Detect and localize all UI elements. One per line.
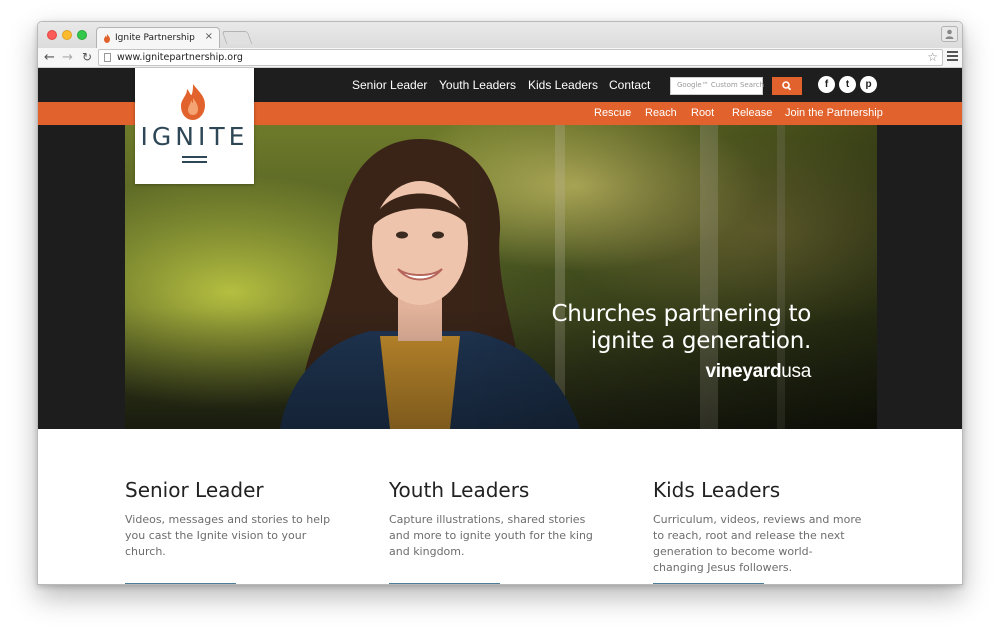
nav-contact[interactable]: Contact	[609, 78, 650, 92]
column-text: Capture illustrations, shared stories an…	[389, 513, 593, 558]
subnav-rescue[interactable]: Rescue	[594, 107, 631, 119]
senior-leader-button[interactable]	[125, 583, 236, 584]
vineyard-usa-logo: vineyardusa	[706, 361, 812, 383]
reload-icon[interactable]: ↻	[82, 49, 92, 66]
ignite-logo[interactable]: IGNITE	[135, 68, 254, 184]
browser-tab[interactable]: Ignite Partnership ×	[96, 27, 220, 49]
logo-bar	[182, 161, 207, 163]
subnav-release[interactable]: Release	[732, 107, 772, 119]
nav-youth-leaders[interactable]: Youth Leaders	[439, 78, 516, 92]
column-title[interactable]: Senior Leader	[125, 478, 335, 502]
hero-headline-line2: ignite a generation.	[590, 328, 812, 354]
back-icon[interactable]: ←	[44, 49, 55, 66]
flame-icon	[181, 84, 205, 120]
twitter-icon[interactable]: t	[839, 76, 856, 93]
brand-bold: vineyard	[705, 361, 782, 382]
web-page: Senior Leader Youth Leaders Kids Leaders…	[38, 68, 962, 584]
menu-icon[interactable]	[947, 51, 958, 61]
kids-leaders-column: Kids Leaders Curriculum, videos, reviews…	[653, 478, 863, 576]
url-text[interactable]: www.ignitepartnership.org	[117, 52, 243, 63]
flame-icon	[104, 34, 110, 43]
youth-leaders-button[interactable]	[389, 583, 500, 584]
close-window-button[interactable]	[47, 30, 57, 40]
senior-leader-column: Senior Leader Videos, messages and stori…	[125, 478, 335, 560]
forward-icon[interactable]: →	[62, 49, 73, 66]
address-bar[interactable]: www.ignitepartnership.org ☆	[98, 49, 943, 66]
page-icon	[104, 53, 111, 62]
new-tab-button[interactable]	[221, 31, 253, 44]
browser-toolbar: ← → ↻ www.ignitepartnership.org ☆	[38, 48, 962, 68]
search-icon	[782, 81, 792, 91]
browser-window: Ignite Partnership × ← → ↻ www.ignitepar…	[37, 21, 963, 585]
nav-senior-leader[interactable]: Senior Leader	[352, 78, 427, 92]
profile-icon[interactable]	[941, 26, 958, 42]
column-text: Curriculum, videos, reviews and more to …	[653, 513, 862, 574]
zoom-window-button[interactable]	[77, 30, 87, 40]
subnav-reach[interactable]: Reach	[645, 107, 677, 119]
hero-headline-line1: Churches partnering to	[551, 301, 811, 327]
brand-light: usa	[781, 361, 811, 382]
subnav-root[interactable]: Root	[691, 107, 714, 119]
pinterest-icon[interactable]: p	[860, 76, 877, 93]
kids-leaders-button[interactable]	[653, 583, 764, 584]
logo-bar	[182, 156, 207, 158]
hero-headline: Churches partnering to ignite a generati…	[551, 301, 811, 355]
subnav-join-partnership[interactable]: Join the Partnership	[785, 107, 883, 119]
minimize-window-button[interactable]	[62, 30, 72, 40]
nav-kids-leaders[interactable]: Kids Leaders	[528, 78, 598, 92]
facebook-icon[interactable]: f	[818, 76, 835, 93]
tab-close-icon[interactable]: ×	[205, 31, 213, 42]
tab-bar: Ignite Partnership ×	[38, 22, 962, 49]
column-title[interactable]: Youth Leaders	[389, 478, 599, 502]
column-title[interactable]: Kids Leaders	[653, 478, 863, 502]
search-placeholder: Google™ Custom Search	[677, 81, 765, 89]
star-icon[interactable]: ☆	[927, 50, 938, 64]
search-input[interactable]: Google™ Custom Search	[670, 77, 765, 95]
tab-title: Ignite Partnership	[115, 33, 195, 43]
youth-leaders-column: Youth Leaders Capture illustrations, sha…	[389, 478, 599, 560]
search-button[interactable]	[772, 77, 802, 95]
logo-text: IGNITE	[140, 122, 249, 151]
column-text: Videos, messages and stories to help you…	[125, 513, 331, 558]
